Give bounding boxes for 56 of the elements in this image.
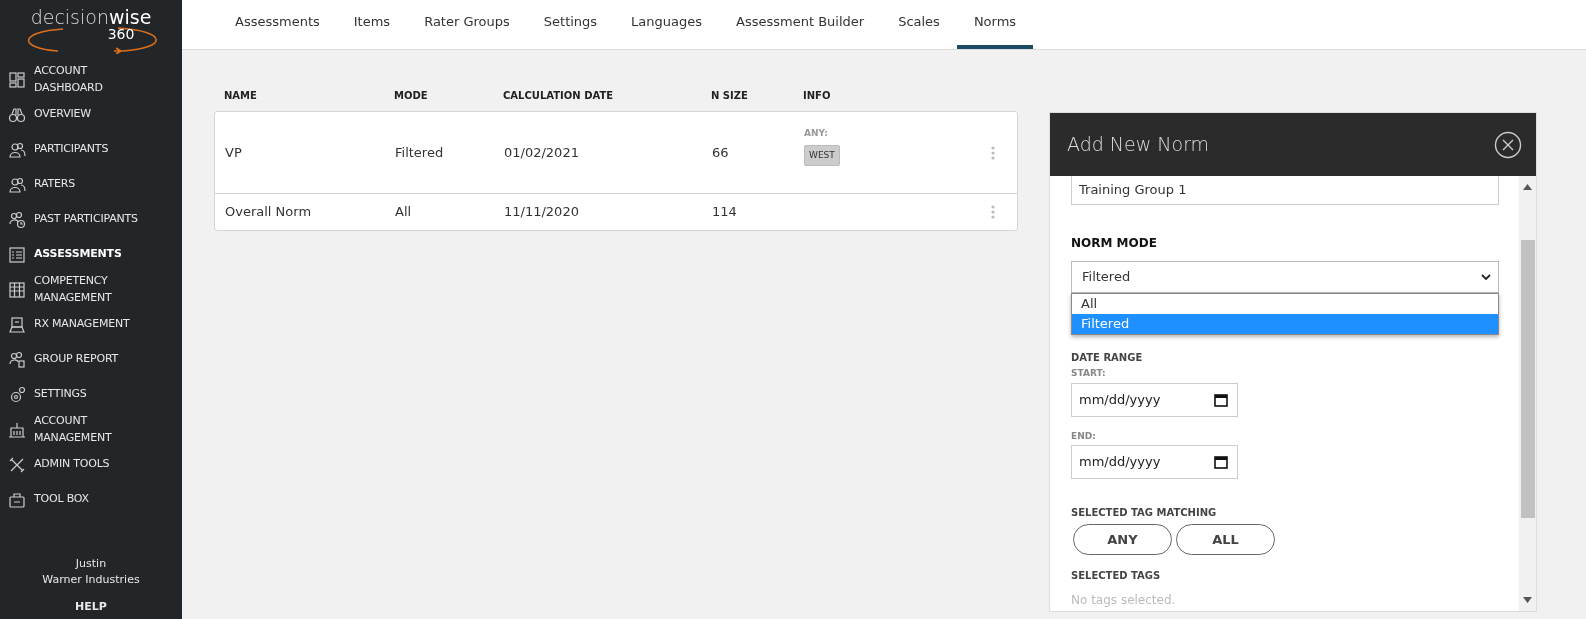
table-cell: Overall Norm [225, 204, 312, 220]
table-cell: 01/02/2021 [504, 144, 579, 160]
table-cell: 66 [712, 144, 729, 160]
nav-tab[interactable]: Settings [526, 0, 615, 49]
nav-tab[interactable]: Norms [956, 0, 1034, 49]
column-header: N SIZE [711, 90, 748, 101]
column-header: NAME [224, 90, 257, 101]
nav-tab[interactable]: Languages [614, 0, 720, 49]
sidebar-item[interactable]: RATERS [0, 167, 182, 202]
sidebar-item[interactable]: TOOL BOX [0, 482, 182, 517]
sidebar-item[interactable]: GROUP REPORT [0, 342, 182, 377]
dropdown-option[interactable]: All [1072, 294, 1498, 314]
name-field[interactable]: Training Group 1 [1071, 176, 1499, 205]
sidebar-item[interactable]: RX MANAGEMENT [0, 307, 182, 342]
field-label: START: [1071, 367, 1107, 380]
sidebar-item[interactable]: ASSESSMENTS [0, 237, 182, 272]
date-field[interactable]: mm/dd/yyyy [1071, 445, 1238, 479]
nav-tab[interactable]: Items [336, 0, 408, 49]
table-cell: VP [225, 144, 242, 160]
sidebar-item[interactable]: PAST PARTICIPANTS [0, 202, 182, 237]
column-header: MODE [394, 90, 428, 101]
table-cell: Filtered [395, 144, 444, 160]
company-name: Warner Industries [41, 572, 141, 588]
section-label: SELECTED TAG MATCHING [1071, 506, 1218, 520]
field-label: END: [1071, 429, 1097, 443]
date-field[interactable]: mm/dd/yyyy [1071, 382, 1238, 417]
toggle-button[interactable]: ANY [1073, 524, 1172, 555]
sidebar-item[interactable]: OVERVIEW [0, 97, 182, 132]
help-link[interactable]: HELP [0, 598, 182, 615]
table-cell: 11/11/2020 [504, 204, 579, 220]
sidebar-item[interactable]: PARTICIPANTS [0, 132, 182, 167]
section-label: SELECTED TAGS [1071, 569, 1162, 583]
panel-title: Add New Norm [1067, 132, 1210, 158]
column-header: INFO [803, 90, 831, 101]
empty-message: No tags selected. [1071, 592, 1177, 609]
logo-wordmark: decisionwise [30, 7, 152, 27]
sidebar-item[interactable]: SETTINGS [0, 377, 182, 412]
column-header: CALCULATION DATE [503, 90, 614, 101]
field-label: NORM MODE [1071, 235, 1158, 252]
nav-tab[interactable]: Rater Groups [407, 0, 527, 49]
sidebar-item[interactable]: ACCOUNT MANAGEMENT [0, 412, 182, 447]
nav-tab[interactable]: Assessments [218, 0, 337, 49]
nav-tab[interactable]: Assessment Builder [719, 0, 882, 49]
sidebar-item[interactable]: ACCOUNT DASHBOARD [0, 62, 182, 97]
table-cell: All [395, 204, 412, 220]
toggle-button[interactable]: ALL [1176, 524, 1275, 555]
tag-chip: WEST [804, 144, 840, 166]
sidebar-item[interactable]: COMPETENCY MANAGEMENT [0, 272, 182, 307]
section-label: DATE RANGE [1071, 351, 1144, 365]
sidebar-item[interactable]: ADMIN TOOLS [0, 447, 182, 482]
nav-tab[interactable]: Scales [881, 0, 957, 49]
select-field[interactable]: Filtered [1071, 261, 1499, 293]
tag-matching-label: ANY: [804, 127, 828, 140]
table-cell: 114 [712, 204, 737, 220]
logo-number: 360 [107, 26, 135, 41]
user-name: Justin [74, 555, 108, 572]
